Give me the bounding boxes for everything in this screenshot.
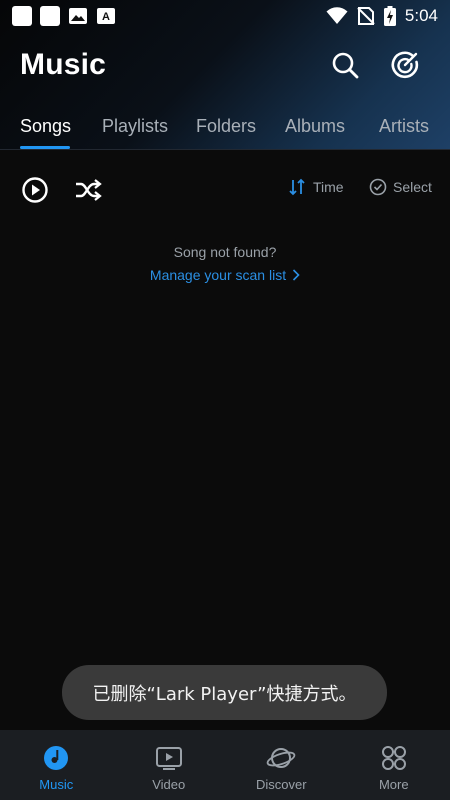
nav-music[interactable]: Music <box>0 730 113 800</box>
tab-playlists[interactable]: Playlists <box>102 116 168 137</box>
sort-label: Time <box>313 179 344 195</box>
play-circle-icon <box>22 177 48 203</box>
toast-text: 已删除“Lark Player”快捷方式。 <box>92 683 357 705</box>
toast-message: 已删除“Lark Player”快捷方式。 <box>62 665 387 720</box>
target-scan-icon <box>391 51 419 79</box>
nav-more-label: More <box>378 777 409 792</box>
shuffle-icon <box>76 179 102 201</box>
shuffle-button[interactable] <box>74 176 102 204</box>
svg-text:A: A <box>102 11 110 23</box>
nav-music-label: Music <box>39 777 74 792</box>
active-tab-indicator <box>20 146 70 149</box>
status-bar: A 5:04 <box>0 0 450 32</box>
tab-folders[interactable]: Folders <box>196 116 256 137</box>
search-icon <box>332 52 359 79</box>
tab-albums[interactable]: Albums <box>285 116 345 137</box>
manage-scan-list-link[interactable]: Manage your scan list <box>0 267 450 283</box>
select-button[interactable]: Select <box>369 178 432 196</box>
notification-icon <box>12 6 32 26</box>
manage-scan-list-label: Manage your scan list <box>149 267 287 283</box>
empty-state-message: Song not found? <box>173 244 277 260</box>
chevron-right-icon <box>293 269 300 281</box>
nav-discover-label: Discover <box>255 777 307 792</box>
notification-icon <box>40 6 60 26</box>
search-button[interactable] <box>328 48 362 82</box>
nav-video[interactable]: Video <box>113 730 226 800</box>
no-sim-icon <box>357 7 375 25</box>
nav-video-label: Video <box>152 777 186 792</box>
song-toolbar: Time Select <box>0 168 450 212</box>
planet-icon <box>266 748 296 768</box>
scan-button[interactable] <box>388 48 422 82</box>
wifi-icon <box>326 7 348 24</box>
tab-songs[interactable]: Songs <box>20 116 71 137</box>
app-notification-icon: A <box>97 8 115 24</box>
tab-artists[interactable]: Artists <box>379 116 429 137</box>
tab-bar: Songs Playlists Folders Albums Artists <box>0 108 450 150</box>
nav-discover[interactable]: Discover <box>225 730 338 800</box>
music-disc-icon <box>44 746 69 770</box>
bottom-navigation: Music Video Discover More <box>0 730 450 800</box>
clock: 5:04 <box>404 6 438 25</box>
nav-more[interactable]: More <box>338 730 450 800</box>
gallery-icon <box>69 8 87 24</box>
play-all-button[interactable] <box>21 176 49 204</box>
battery-charging-icon <box>383 6 396 26</box>
more-grid-icon <box>381 746 406 770</box>
select-label: Select <box>393 179 432 195</box>
check-circle-icon <box>369 178 387 196</box>
page-title: Music <box>20 48 107 81</box>
sort-icon <box>289 178 305 196</box>
sort-button[interactable]: Time <box>288 178 344 196</box>
video-icon <box>155 747 182 770</box>
